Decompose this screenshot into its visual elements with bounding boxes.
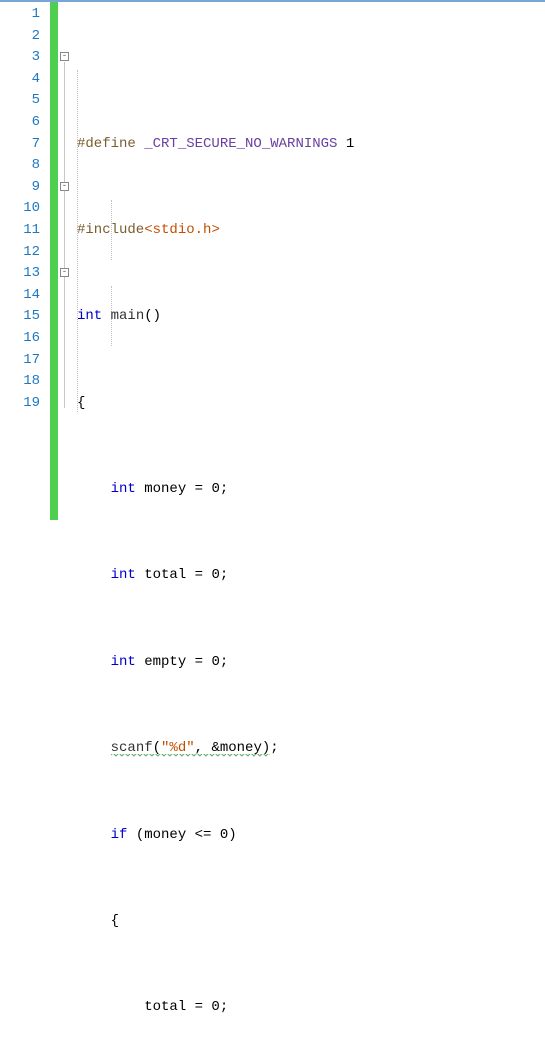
code-line[interactable]: total = 0; — [73, 997, 545, 1019]
lint-squiggle: scanf("%d", &money) — [111, 740, 271, 757]
token-text: total = 0; — [144, 999, 228, 1015]
token-fn: scanf — [111, 740, 153, 756]
token-keyword: int — [111, 567, 136, 583]
indent — [77, 654, 111, 670]
token-keyword: int — [111, 654, 136, 670]
token-text: , &money) — [195, 740, 271, 756]
token-brace: { — [77, 395, 85, 411]
token-keyword: int — [77, 308, 102, 324]
line-number: 16 — [0, 328, 40, 350]
line-number: 19 — [0, 393, 40, 415]
code-line[interactable]: if (money <= 0) — [73, 825, 545, 847]
token-number: 1 — [337, 136, 354, 152]
token-paren: () — [144, 308, 161, 324]
line-number: 13 — [0, 263, 40, 285]
line-number: 6 — [0, 112, 40, 134]
line-number: 7 — [0, 134, 40, 156]
line-number: 9 — [0, 177, 40, 199]
indent — [77, 481, 111, 497]
indent — [77, 999, 144, 1015]
token-semi: ; — [270, 740, 278, 756]
indent — [77, 827, 111, 843]
token-text: (money <= 0) — [127, 827, 236, 843]
token-angle: < — [144, 222, 152, 238]
indent — [77, 740, 111, 756]
token-keyword: int — [111, 481, 136, 497]
line-number: 8 — [0, 155, 40, 177]
line-number: 1 — [0, 4, 40, 26]
fold-guide — [64, 62, 65, 408]
code-line[interactable]: int main() — [73, 306, 545, 328]
code-line[interactable]: { — [73, 393, 545, 415]
token-paren: ( — [153, 740, 161, 756]
token-angle: > — [211, 222, 219, 238]
line-number: 17 — [0, 350, 40, 372]
code-line[interactable]: scanf("%d", &money); — [73, 738, 545, 760]
code-line[interactable]: int money = 0; — [73, 479, 545, 501]
fold-toggle-icon[interactable]: - — [60, 182, 69, 191]
line-number: 4 — [0, 69, 40, 91]
line-number: 14 — [0, 285, 40, 307]
token-text: empty = 0; — [136, 654, 228, 670]
code-line[interactable]: #define _CRT_SECURE_NO_WARNINGS 1 — [73, 134, 545, 156]
code-line[interactable]: int total = 0; — [73, 565, 545, 587]
fold-column: - - - — [58, 2, 73, 520]
code-line[interactable]: { — [73, 911, 545, 933]
token-text: total = 0; — [136, 567, 228, 583]
indent — [77, 567, 111, 583]
line-number: 15 — [0, 306, 40, 328]
code-line[interactable]: #include<stdio.h> — [73, 220, 545, 242]
line-number-gutter: 1 2 3 4 5 6 7 8 9 10 11 12 13 14 15 16 1… — [0, 2, 50, 520]
line-number: 5 — [0, 90, 40, 112]
line-number: 11 — [0, 220, 40, 242]
token-string: "%d" — [161, 740, 195, 756]
line-number: 2 — [0, 26, 40, 48]
code-line[interactable]: int empty = 0; — [73, 652, 545, 674]
token-identifier: main — [102, 308, 144, 324]
fold-toggle-icon[interactable]: - — [60, 52, 69, 61]
change-margin — [50, 2, 58, 520]
token-brace: { — [111, 913, 119, 929]
token-preproc: #include — [77, 222, 144, 238]
line-number: 10 — [0, 198, 40, 220]
indent — [77, 913, 111, 929]
fold-toggle-icon[interactable]: - — [60, 268, 69, 277]
code-editor: 1 2 3 4 5 6 7 8 9 10 11 12 13 14 15 16 1… — [0, 0, 545, 520]
line-number: 3 — [0, 47, 40, 69]
code-area[interactable]: #define _CRT_SECURE_NO_WARNINGS 1 #inclu… — [73, 2, 545, 520]
line-number: 18 — [0, 371, 40, 393]
token-preproc: #define — [77, 136, 136, 152]
token-keyword: if — [111, 827, 128, 843]
token-text: money = 0; — [136, 481, 228, 497]
token-macro: _CRT_SECURE_NO_WARNINGS — [136, 136, 338, 152]
token-header: stdio.h — [153, 222, 212, 238]
line-number: 12 — [0, 242, 40, 264]
